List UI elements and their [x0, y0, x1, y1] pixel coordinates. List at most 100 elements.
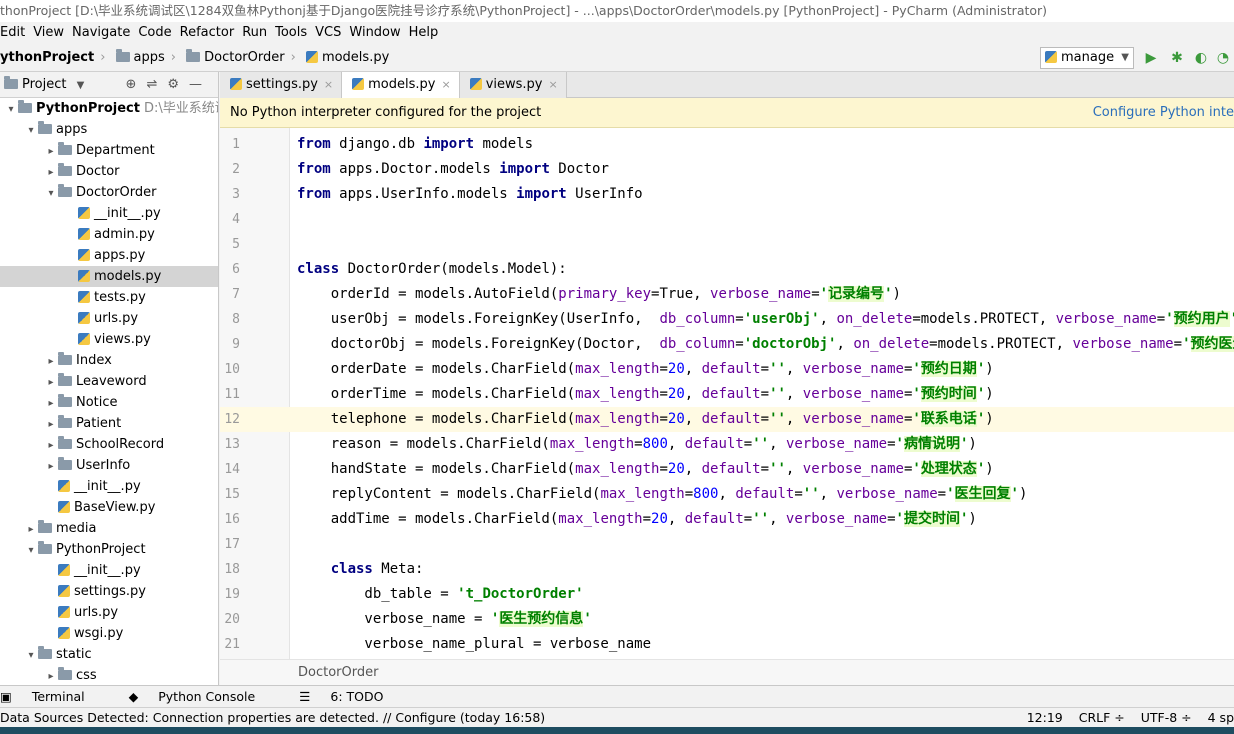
- chevron-right-icon[interactable]: ▸: [44, 414, 58, 435]
- tree-item[interactable]: ▸ SchoolRecord: [0, 434, 218, 455]
- chevron-down-icon[interactable]: ▼: [77, 80, 85, 91]
- run-button[interactable]: ▶: [1142, 49, 1160, 67]
- tree-item[interactable]: ▸ css: [0, 665, 218, 685]
- code-line[interactable]: 21 verbose_name_plural = verbose_name: [220, 632, 1234, 657]
- menu-run[interactable]: Run: [238, 22, 271, 44]
- menu-code[interactable]: Code: [134, 22, 175, 44]
- tree-item[interactable]: __init__.py: [0, 476, 218, 497]
- menu-view[interactable]: View: [29, 22, 68, 44]
- tree-item[interactable]: ▸ Notice: [0, 392, 218, 413]
- tree-item[interactable]: ▸ Doctor: [0, 161, 218, 182]
- code-line[interactable]: 9 doctorObj = models.ForeignKey(Doctor, …: [220, 332, 1234, 357]
- code-line[interactable]: 3 from apps.UserInfo.models import UserIn…: [220, 182, 1234, 207]
- tree-item[interactable]: ▾ DoctorOrder: [0, 182, 218, 203]
- configure-interpreter-link[interactable]: Configure Python inte: [1093, 98, 1234, 128]
- chevron-down-icon[interactable]: ▾: [24, 120, 38, 141]
- code-line[interactable]: 19 db_table = 't_DoctorOrder': [220, 582, 1234, 607]
- run-config-select[interactable]: manage ▼: [1040, 47, 1134, 69]
- line-separator[interactable]: CRLF ÷: [1079, 710, 1125, 725]
- tree-item[interactable]: ▾ static: [0, 644, 218, 665]
- tab-views-py[interactable]: views.py ×: [459, 72, 567, 98]
- code-line[interactable]: 13 reason = models.CharField(max_length=…: [220, 432, 1234, 457]
- menu-edit[interactable]: Edit: [0, 22, 29, 44]
- code-line[interactable]: 11 orderTime = models.CharField(max_leng…: [220, 382, 1234, 407]
- tree-item[interactable]: ▸ UserInfo: [0, 455, 218, 476]
- tree-item[interactable]: BaseView.py: [0, 497, 218, 518]
- chevron-right-icon[interactable]: ▸: [44, 456, 58, 477]
- debug-button[interactable]: ✱: [1168, 49, 1186, 67]
- tab-models-py[interactable]: models.py ×: [342, 72, 460, 98]
- code-line[interactable]: 20 verbose_name = '医生预约信息': [220, 607, 1234, 632]
- menu-help[interactable]: Help: [405, 22, 443, 44]
- code-line[interactable]: 18 class Meta:: [220, 557, 1234, 582]
- coverage-button[interactable]: ◐: [1192, 49, 1210, 67]
- tree-item[interactable]: ▸ Leaveword: [0, 371, 218, 392]
- tree-item[interactable]: admin.py: [0, 224, 218, 245]
- collapse-icon[interactable]: ⇌: [146, 77, 167, 92]
- tree-item[interactable]: apps.py: [0, 245, 218, 266]
- chevron-right-icon[interactable]: ▸: [44, 393, 58, 414]
- tree-item[interactable]: urls.py: [0, 308, 218, 329]
- chevron-down-icon[interactable]: ▾: [44, 183, 58, 204]
- tree-item[interactable]: urls.py: [0, 602, 218, 623]
- tree-item[interactable]: settings.py: [0, 581, 218, 602]
- close-icon[interactable]: ×: [324, 78, 333, 91]
- python-console-tab[interactable]: ◆ Python Console: [129, 686, 276, 708]
- locate-icon[interactable]: ⊕: [126, 77, 147, 92]
- todo-tab[interactable]: ☰ 6: TODO: [299, 686, 403, 708]
- tree-item[interactable]: wsgi.py: [0, 623, 218, 644]
- chevron-right-icon[interactable]: ▸: [44, 372, 58, 393]
- tree-item[interactable]: ▾ apps: [0, 119, 218, 140]
- menu-window[interactable]: Window: [345, 22, 404, 44]
- code-line[interactable]: 2 from apps.Doctor.models import Doctor: [220, 157, 1234, 182]
- tree-item[interactable]: ▸ Department: [0, 140, 218, 161]
- minimize-icon[interactable]: —: [189, 77, 212, 92]
- gear-icon[interactable]: ⚙: [167, 77, 189, 92]
- chevron-right-icon[interactable]: ▸: [44, 351, 58, 372]
- chevron-down-icon[interactable]: ▾: [24, 645, 38, 666]
- close-icon[interactable]: ×: [549, 78, 558, 91]
- menu-tools[interactable]: Tools: [271, 22, 311, 44]
- profile-button[interactable]: ◔: [1214, 49, 1232, 67]
- file-encoding[interactable]: UTF-8 ÷: [1141, 710, 1192, 725]
- code-line[interactable]: 17: [220, 532, 1234, 557]
- tab-settings-py[interactable]: settings.py ×: [220, 72, 343, 98]
- tree-item[interactable]: views.py: [0, 329, 218, 350]
- menu-refactor[interactable]: Refactor: [176, 22, 239, 44]
- indent-setting[interactable]: 4 sp: [1208, 710, 1234, 725]
- breadcrumb-doctororder[interactable]: DoctorOrder: [204, 44, 284, 72]
- tree-item[interactable]: ▸ Index: [0, 350, 218, 371]
- code-line[interactable]: 10 orderDate = models.CharField(max_leng…: [220, 357, 1234, 382]
- code-line[interactable]: 6 class DoctorOrder(models.Model):: [220, 257, 1234, 282]
- code-line[interactable]: 15 replyContent = models.CharField(max_l…: [220, 482, 1234, 507]
- terminal-tab[interactable]: ▣ Terminal: [0, 686, 105, 708]
- tree-item[interactable]: __init__.py: [0, 203, 218, 224]
- code-line[interactable]: 4: [220, 207, 1234, 232]
- breadcrumb-project[interactable]: ythonProject: [0, 44, 94, 72]
- close-icon[interactable]: ×: [441, 78, 450, 91]
- code-line[interactable]: 1 from django.db import models: [220, 132, 1234, 157]
- tree-item[interactable]: models.py: [0, 266, 218, 287]
- chevron-down-icon[interactable]: ▾: [24, 540, 38, 561]
- breadcrumb-models[interactable]: models.py: [322, 44, 389, 72]
- tree-item[interactable]: ▾ PythonProjectD:\毕业系统调试区: [0, 98, 218, 119]
- breadcrumb-apps[interactable]: apps: [134, 44, 165, 72]
- chevron-right-icon[interactable]: ▸: [24, 519, 38, 540]
- chevron-right-icon[interactable]: ▸: [44, 141, 58, 162]
- tree-item[interactable]: ▸ media: [0, 518, 218, 539]
- menu-vcs[interactable]: VCS: [311, 22, 345, 44]
- code-line[interactable]: 7 orderId = models.AutoField(primary_key…: [220, 282, 1234, 307]
- tree-item[interactable]: __init__.py: [0, 560, 218, 581]
- tree-item[interactable]: ▾ PythonProject: [0, 539, 218, 560]
- code-line[interactable]: 16 addTime = models.CharField(max_length…: [220, 507, 1234, 532]
- chevron-right-icon[interactable]: ▸: [44, 162, 58, 183]
- code-area[interactable]: 1 from django.db import models 2 from apps.…: [220, 132, 1234, 657]
- code-line[interactable]: 8 userObj = models.ForeignKey(UserInfo, …: [220, 307, 1234, 332]
- code-line[interactable]: 5: [220, 232, 1234, 257]
- chevron-right-icon[interactable]: ▸: [44, 435, 58, 456]
- status-message[interactable]: Data Sources Detected: Connection proper…: [0, 710, 545, 725]
- chevron-down-icon[interactable]: ▾: [4, 99, 18, 120]
- editor-breadcrumb[interactable]: DoctorOrder: [220, 659, 1234, 685]
- tree-item[interactable]: ▸ Patient: [0, 413, 218, 434]
- chevron-right-icon[interactable]: ▸: [44, 666, 58, 685]
